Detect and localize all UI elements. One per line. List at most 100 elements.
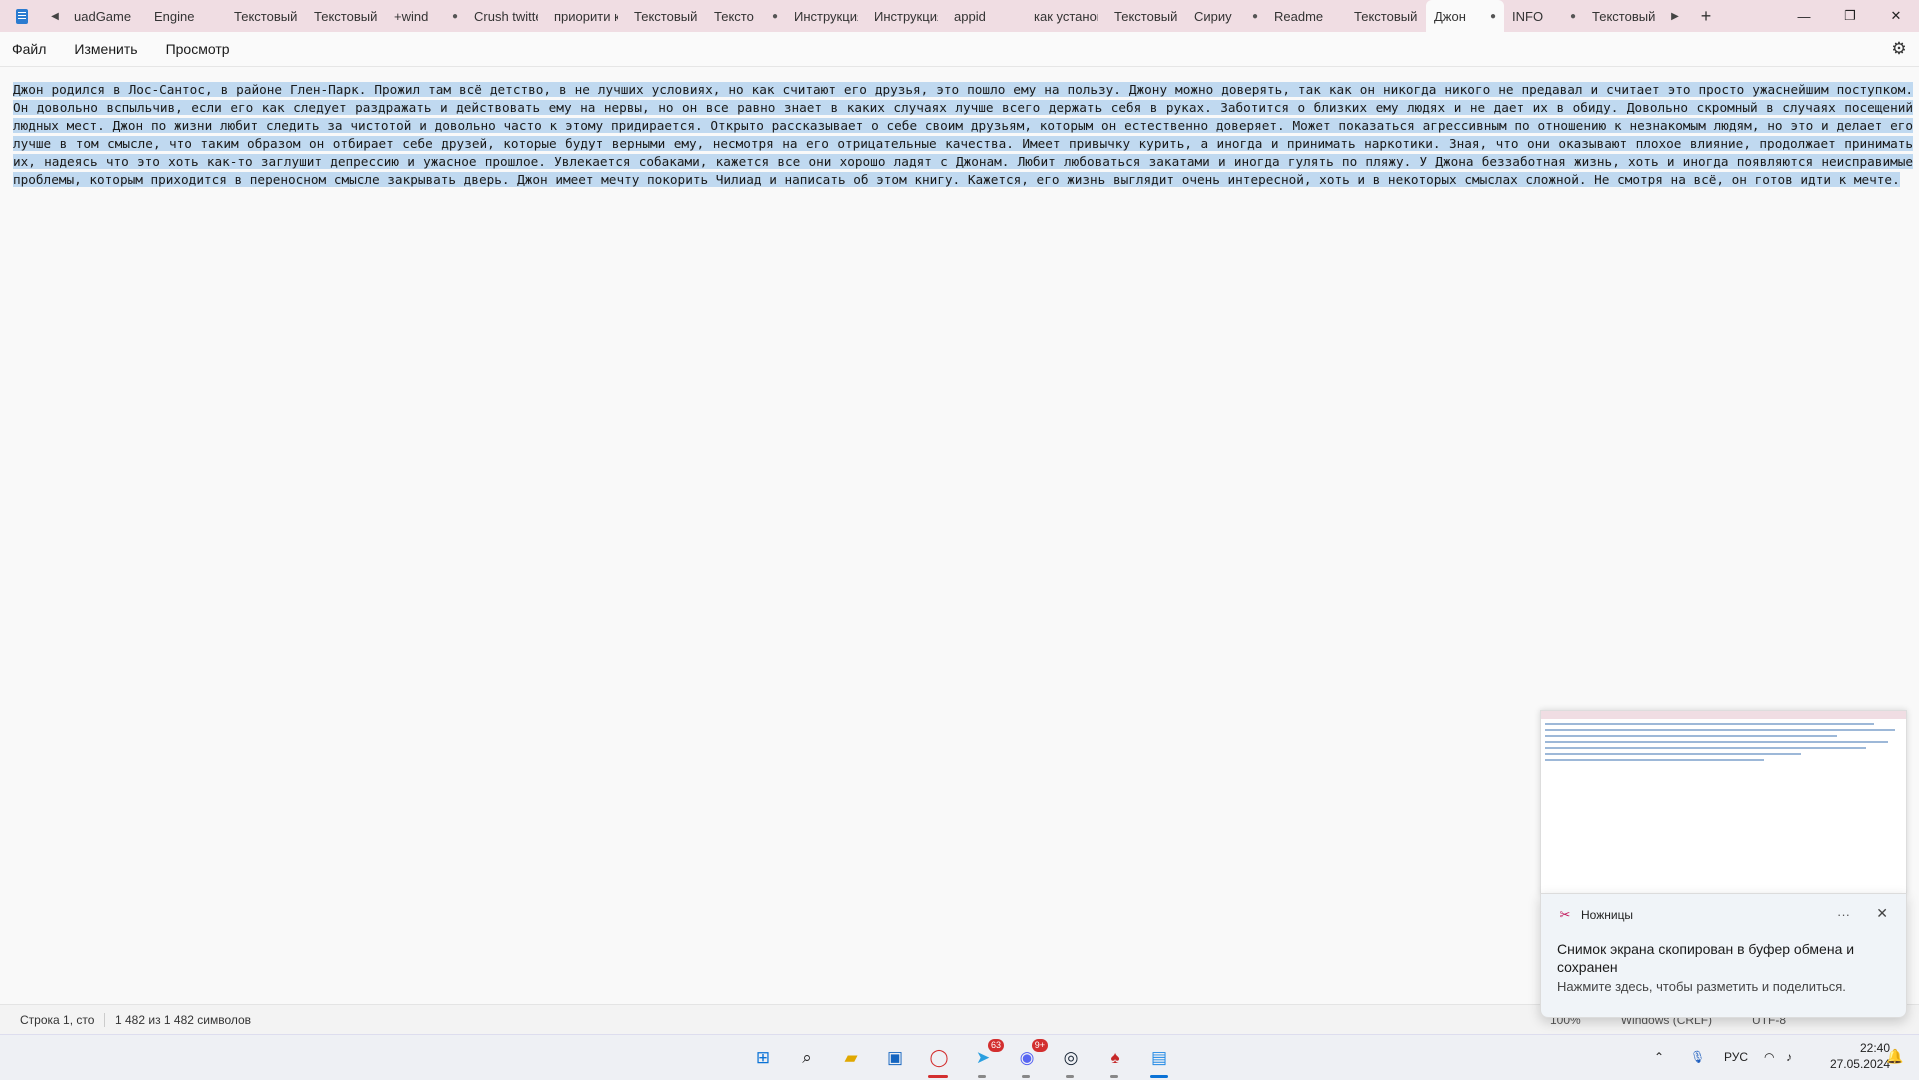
tab-0[interactable]: uadGame xyxy=(66,0,146,32)
notification-bell-icon[interactable]: 🔔 xyxy=(1886,1048,1903,1065)
notification-title: Снимок экрана скопирован в буфер обмена … xyxy=(1557,941,1855,975)
tab-label: Текстовый д xyxy=(1354,8,1418,24)
tab-4[interactable]: +wind ● xyxy=(386,0,466,32)
steam-icon[interactable]: ◎ xyxy=(1056,1043,1086,1073)
telegram-indicator xyxy=(978,1075,986,1078)
selected-text: Джон родился в Лос-Сантос, в районе Глен… xyxy=(13,82,1913,187)
unsaved-dot-icon: ● xyxy=(451,10,458,22)
tab-2[interactable]: Текстовый д xyxy=(226,0,306,32)
tab-bar: ◀ uadGame Engine Текстовый д Текстовый д +wi… xyxy=(0,0,1919,32)
tab-label: Текстовый д xyxy=(234,8,298,24)
screenshot-preview-thumbnail[interactable] xyxy=(1540,710,1907,895)
tab-label: +wind xyxy=(394,8,429,24)
tab-label: Джон xyxy=(1434,8,1466,24)
notepad-taskbar-icon[interactable]: ▤ xyxy=(1144,1043,1174,1073)
discord-badge: 9+ xyxy=(1031,1039,1048,1052)
tab-18[interactable]: INFO ● xyxy=(1504,0,1584,32)
document-text[interactable]: Джон родился в Лос-Сантос, в районе Глен… xyxy=(13,81,1913,189)
tab-15[interactable]: Readme xyxy=(1266,0,1346,32)
tab-7[interactable]: Текстовый д xyxy=(626,0,706,32)
microphone-icon[interactable]: 🎙 xyxy=(1690,1034,1705,1079)
tab-3[interactable]: Текстовый д xyxy=(306,0,386,32)
tab-label: Инструкция xyxy=(794,8,858,24)
wifi-icon[interactable]: ◠ xyxy=(1764,1034,1774,1079)
tab-1[interactable]: Engine xyxy=(146,0,226,32)
tab-label: Текстовый д xyxy=(634,8,698,24)
tab-19[interactable]: Текстовый д xyxy=(1584,0,1664,32)
discord-icon[interactable]: ◉ 9+ xyxy=(1012,1039,1048,1073)
tab-17[interactable]: Джон ● xyxy=(1426,0,1504,32)
clock-date: 27.05.2024 xyxy=(1829,1057,1890,1071)
discord-indicator xyxy=(1022,1075,1030,1078)
tab-scroll-left-icon[interactable]: ◀ xyxy=(44,0,66,32)
unsaved-dot-icon: ● xyxy=(1489,10,1496,22)
gear-icon[interactable]: ⚙ xyxy=(1889,39,1909,59)
snipping-notification[interactable]: ✂ Ножницы ··· ✕ Снимок экрана скопирован… xyxy=(1540,893,1907,1018)
maximize-icon[interactable]: ❐ xyxy=(1827,0,1873,32)
unsaved-dot-icon: ● xyxy=(771,10,778,22)
unsaved-dot-icon: ● xyxy=(1251,10,1258,22)
telegram-badge: 63 xyxy=(987,1039,1004,1052)
cursor-position: Строка 1, сто xyxy=(20,1013,94,1027)
window-controls: — ❐ ✕ xyxy=(1781,0,1919,32)
tab-16[interactable]: Текстовый д xyxy=(1346,0,1426,32)
tab-label: Тексто xyxy=(714,8,754,24)
tab-label: Crush twitte xyxy=(474,8,538,24)
tab-9[interactable]: Инструкция xyxy=(786,0,866,32)
tab-label: Инструкция xyxy=(874,8,938,24)
opera-icon[interactable]: ◯ xyxy=(924,1043,954,1073)
store-icon[interactable]: ▣ xyxy=(880,1043,910,1073)
game-app-icon[interactable]: ♠ xyxy=(1100,1043,1130,1073)
tab-label: Readme xyxy=(1274,8,1324,24)
tab-6[interactable]: приорити к xyxy=(546,0,626,32)
tab-label: uadGame xyxy=(74,8,132,24)
close-icon[interactable]: ✕ xyxy=(1873,0,1919,32)
tray-chevron-icon[interactable]: ⌃ xyxy=(1654,1034,1664,1079)
tab-label: Текстовый д xyxy=(1114,8,1178,24)
tab-label: Сириу xyxy=(1194,8,1232,24)
notification-close-button[interactable]: ✕ xyxy=(1876,905,1888,922)
tab-10[interactable]: Инструкция xyxy=(866,0,946,32)
start-icon[interactable]: ⊞ xyxy=(748,1043,778,1073)
tab-12[interactable]: как установ xyxy=(1026,0,1106,32)
clock-time: 22:40 xyxy=(1859,1041,1890,1055)
menu-view[interactable]: Просмотр xyxy=(166,41,230,57)
tab-label: INFO xyxy=(1512,8,1544,24)
language-indicator[interactable]: РУС xyxy=(1724,1034,1748,1079)
notepad-indicator xyxy=(1150,1075,1168,1078)
file-explorer-icon[interactable]: ▰ xyxy=(836,1043,866,1073)
menu-edit[interactable]: Изменить xyxy=(74,41,137,57)
tab-label: Текстовый д xyxy=(314,8,378,24)
unsaved-dot-icon: ● xyxy=(1569,10,1576,22)
tab-5[interactable]: Crush twitte xyxy=(466,0,546,32)
minimize-icon[interactable]: — xyxy=(1781,0,1827,32)
notification-subtitle: Нажмите здесь, чтобы разметить и поделит… xyxy=(1557,979,1846,994)
scissors-icon: ✂ xyxy=(1559,907,1571,922)
tab-label: Engine xyxy=(154,8,195,24)
steam-indicator xyxy=(1066,1075,1074,1078)
volume-icon[interactable]: ♪ xyxy=(1786,1034,1792,1079)
new-tab-button[interactable]: + xyxy=(1686,0,1726,32)
menu-bar: Файл Изменить Просмотр ⚙ xyxy=(0,32,1919,67)
tab-11[interactable]: appid xyxy=(946,0,1026,32)
tab-label: appid xyxy=(954,8,986,24)
notification-app-name: Ножницы xyxy=(1581,908,1634,922)
menu-file[interactable]: Файл xyxy=(12,41,46,57)
clock[interactable]: 22:40 27.05.2024 xyxy=(1810,1040,1890,1072)
opera-indicator xyxy=(928,1075,948,1078)
tab-label: приорити к xyxy=(554,8,618,24)
taskbar: ⊞ ⌕ ▰ ▣ ◯ ➤ 63 ◉ 9+ ◎ ♠ ▤ xyxy=(0,1034,1919,1080)
more-options-button[interactable]: ··· xyxy=(1837,907,1850,922)
tab-strip: uadGame Engine Текстовый д Текстовый д +wind… xyxy=(66,0,1664,32)
character-count: 1 482 из 1 482 символов xyxy=(115,1013,252,1027)
tab-14[interactable]: Сириу ● xyxy=(1186,0,1266,32)
game-indicator xyxy=(1110,1075,1118,1078)
tab-scroll-right-icon[interactable]: ▶ xyxy=(1664,0,1686,32)
tab-label: Текстовый д xyxy=(1592,8,1656,24)
telegram-icon[interactable]: ➤ 63 xyxy=(968,1039,1004,1073)
tab-8[interactable]: Тексто ● xyxy=(706,0,786,32)
search-icon[interactable]: ⌕ xyxy=(792,1043,822,1073)
tab-13[interactable]: Текстовый д xyxy=(1106,0,1186,32)
notepad-app-icon xyxy=(0,0,44,32)
status-divider xyxy=(104,1013,105,1027)
